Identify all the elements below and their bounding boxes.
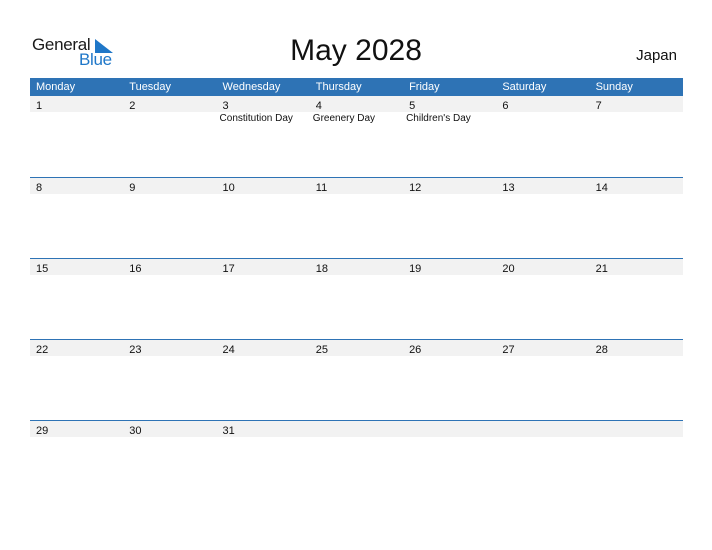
day-cell: 27 xyxy=(496,340,589,356)
day-number: 9 xyxy=(129,182,136,194)
day-cell: 29 xyxy=(30,421,123,437)
day-cell: 7 xyxy=(590,96,683,112)
date-band: 15 16 17 18 19 20 21 xyxy=(30,259,683,275)
day-number: 14 xyxy=(595,182,608,194)
holiday-label: Children's Day xyxy=(406,113,471,124)
day-number: 23 xyxy=(129,344,142,356)
day-cell: 25 xyxy=(310,340,403,356)
day-cell: 3 xyxy=(217,96,310,112)
calendar-grid: Monday Tuesday Wednesday Thursday Friday… xyxy=(30,78,683,501)
day-cell: 26 xyxy=(403,340,496,356)
day-number: 10 xyxy=(222,182,235,194)
day-number: 21 xyxy=(595,263,608,275)
day-cell: 13 xyxy=(496,178,589,194)
day-number: 7 xyxy=(595,100,602,112)
day-cell: 16 xyxy=(123,259,216,275)
holiday-label xyxy=(123,112,216,126)
day-number: 6 xyxy=(502,100,509,112)
day-cell: 21 xyxy=(590,259,683,275)
weekday-tuesday: Tuesday xyxy=(129,81,172,93)
day-number: 16 xyxy=(129,263,142,275)
day-number: 4 xyxy=(315,100,322,112)
day-cell: 4 xyxy=(310,96,403,112)
day-cell: 1 xyxy=(30,96,123,112)
day-cell: 9 xyxy=(123,178,216,194)
day-cell xyxy=(496,421,589,437)
week-row: 15 16 17 18 19 20 21 xyxy=(30,258,683,339)
holiday-label xyxy=(30,112,123,126)
day-cell: 28 xyxy=(590,340,683,356)
day-number: 20 xyxy=(502,263,515,275)
day-number: 28 xyxy=(595,344,608,356)
holiday-label xyxy=(496,112,589,126)
page-title: May 2028 xyxy=(290,34,422,67)
date-band: 8 9 10 11 12 13 14 xyxy=(30,178,683,194)
weekday-wednesday: Wednesday xyxy=(222,81,281,93)
weekday-saturday: Saturday xyxy=(502,81,547,93)
day-cell xyxy=(403,421,496,437)
day-number: 25 xyxy=(315,344,329,356)
day-cell: 22 xyxy=(30,340,123,356)
day-number: 8 xyxy=(36,182,43,194)
day-cell xyxy=(310,421,403,437)
week-row: 1 2 3 4 5 6 7 Constitution Day Greenery Day Child… xyxy=(30,96,683,177)
day-number: 13 xyxy=(502,182,515,194)
day-number: 30 xyxy=(129,425,142,437)
day-cell: 10 xyxy=(217,178,310,194)
week-row: 29 30 31 xyxy=(30,420,683,501)
day-number: 17 xyxy=(222,263,235,275)
day-cell: 5 xyxy=(403,96,496,112)
day-cell: 15 xyxy=(30,259,123,275)
day-number: 31 xyxy=(222,425,235,437)
week-row: 8 9 10 11 12 13 14 xyxy=(30,177,683,258)
date-band: 1 2 3 4 5 6 7 xyxy=(30,96,683,112)
day-cell: 8 xyxy=(30,178,123,194)
weekday-sunday: Sunday xyxy=(595,81,633,93)
day-cell: 12 xyxy=(403,178,496,194)
day-number: 24 xyxy=(222,344,235,356)
weekday-thursday: Thursday xyxy=(315,81,362,93)
day-cell: 30 xyxy=(123,421,216,437)
holiday-label: Greenery Day xyxy=(312,113,376,124)
day-cell: 23 xyxy=(123,340,216,356)
day-number: 5 xyxy=(409,100,416,112)
week-row: 22 23 24 25 26 27 28 xyxy=(30,339,683,420)
day-cell: 6 xyxy=(496,96,589,112)
day-cell: 24 xyxy=(217,340,310,356)
day-cell: 20 xyxy=(496,259,589,275)
day-number: 29 xyxy=(36,425,49,437)
day-cell xyxy=(590,421,683,437)
date-band: 29 30 31 xyxy=(30,421,683,437)
day-cell: 19 xyxy=(403,259,496,275)
country-label: Japan xyxy=(636,47,677,64)
day-cell: 18 xyxy=(310,259,403,275)
weekday-monday: Monday xyxy=(36,81,76,93)
weekday-header: Monday Tuesday Wednesday Thursday Friday… xyxy=(30,78,683,96)
day-number: 3 xyxy=(222,100,229,112)
holiday-label xyxy=(590,112,683,126)
holiday-row: Constitution Day Greenery Day Children's D… xyxy=(30,112,683,126)
holiday-label: Constitution Day xyxy=(219,113,293,124)
weekday-friday: Friday xyxy=(409,81,440,93)
day-cell: 2 xyxy=(123,96,216,112)
day-cell: 17 xyxy=(217,259,310,275)
day-number: 22 xyxy=(36,344,49,356)
day-number: 26 xyxy=(409,344,422,356)
day-number: 19 xyxy=(409,263,422,275)
day-cell: 14 xyxy=(590,178,683,194)
day-number: 2 xyxy=(129,100,136,112)
day-number: 1 xyxy=(36,100,43,112)
day-number: 11 xyxy=(315,182,328,194)
date-band: 22 23 24 25 26 27 28 xyxy=(30,340,683,356)
day-cell: 31 xyxy=(217,421,310,437)
day-number: 27 xyxy=(502,344,515,356)
day-number: 18 xyxy=(315,263,329,275)
day-cell: 11 xyxy=(310,178,403,194)
day-number: 15 xyxy=(36,263,49,275)
day-number: 12 xyxy=(409,182,422,194)
